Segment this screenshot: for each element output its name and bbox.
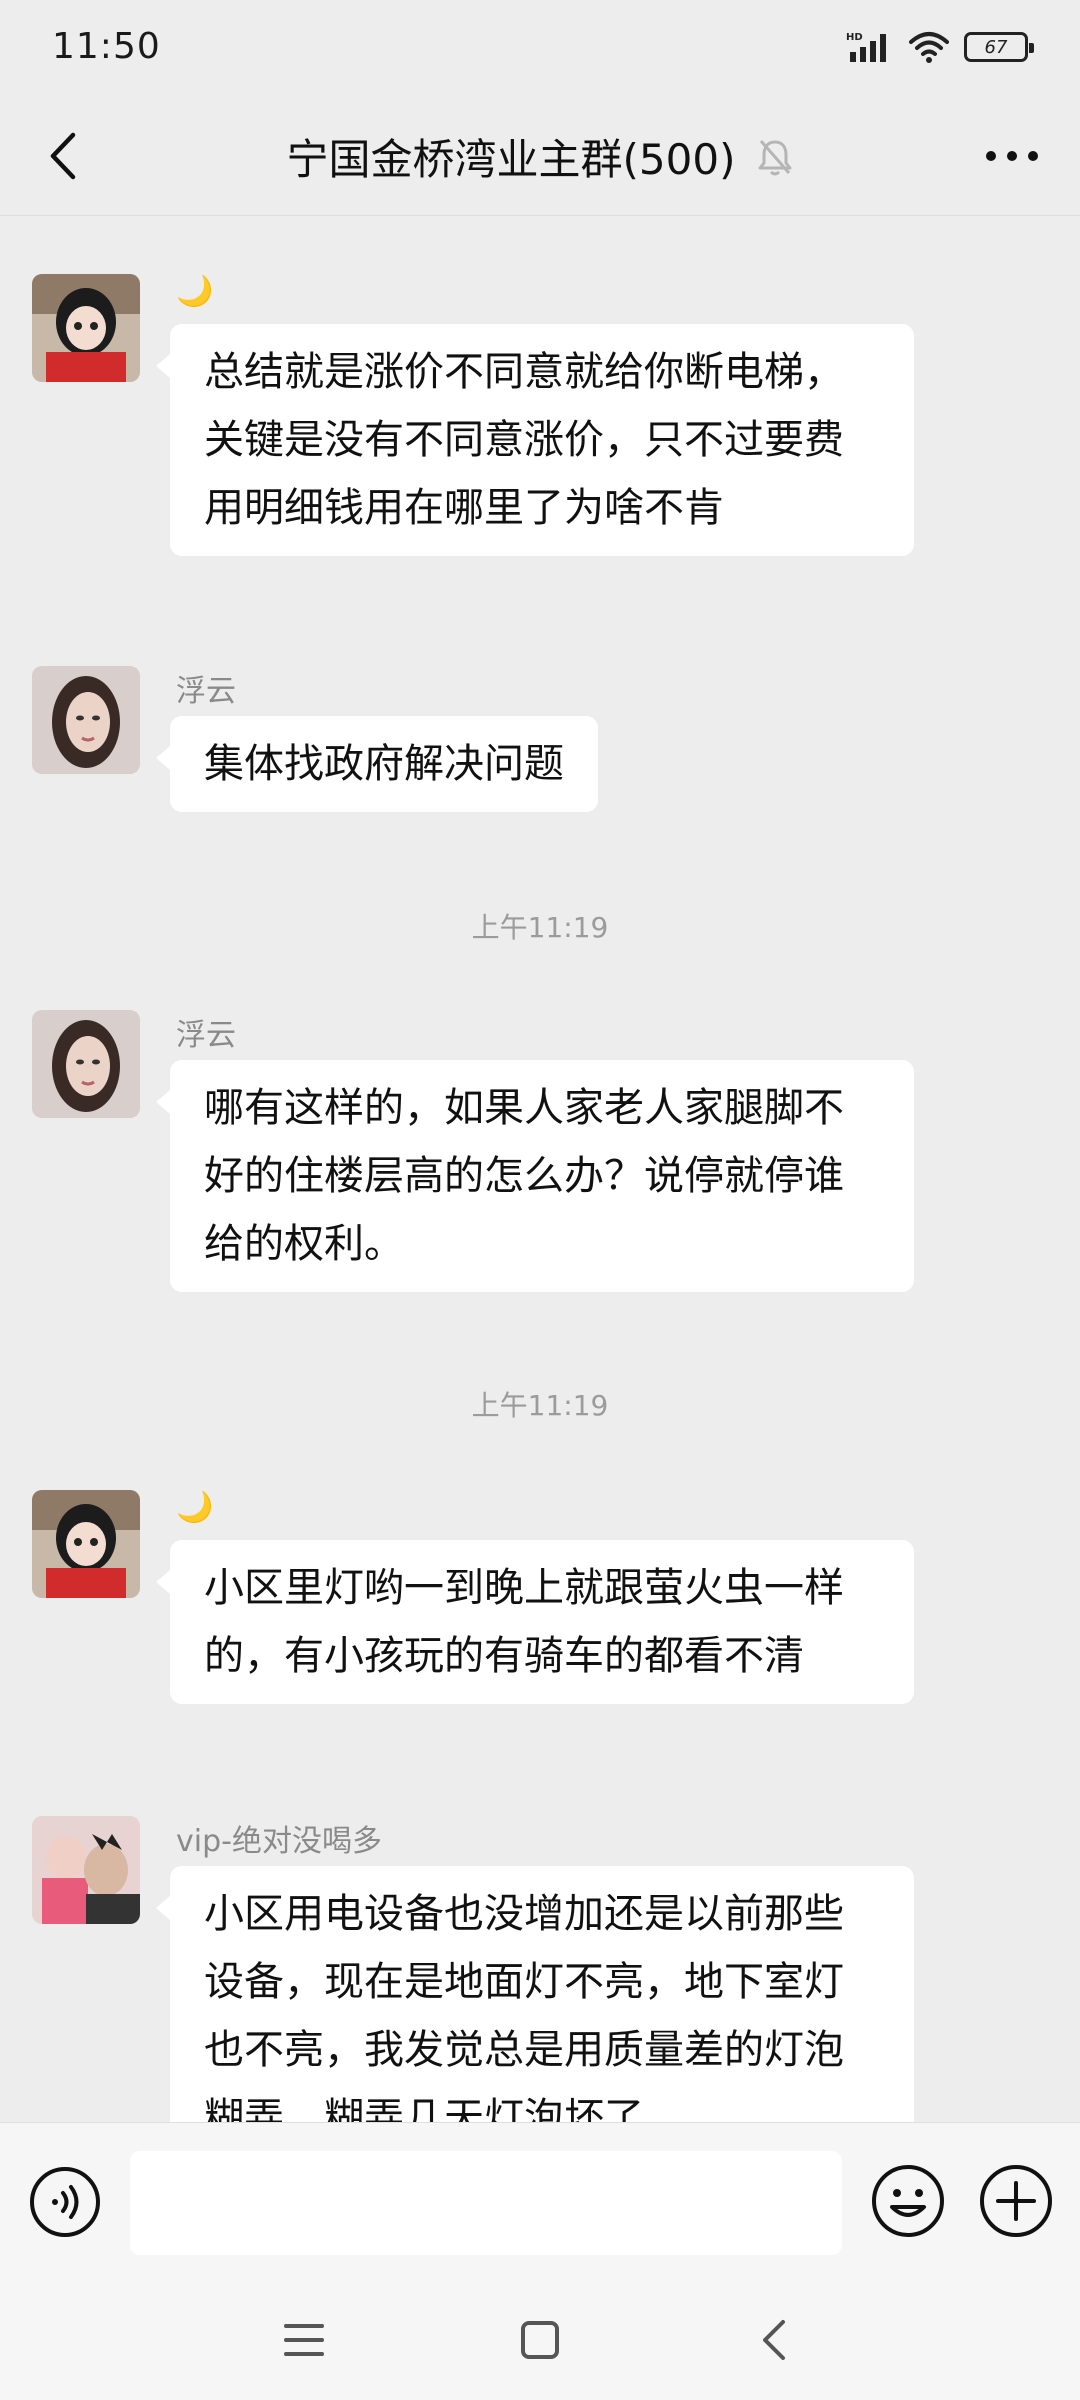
avatar[interactable] bbox=[32, 1816, 140, 1924]
sender-name: 浮云 bbox=[176, 674, 236, 709]
chat-screen: 11:50 HD 67 宁国金桥湾业主群(500) 🌙 总结就是涨价不同意就给你… bbox=[0, 0, 1080, 2400]
message-bubble[interactable]: 总结就是涨价不同意就给你断电梯，关键是没有不同意涨价，只不过要费用明细钱用在哪里… bbox=[156, 324, 914, 556]
message-item: vip-绝对没喝多 小区用电设备也没增加还是以前那些设备，现在是地面灯不亮，地下… bbox=[0, 1816, 1080, 2122]
timestamp: 上午11:19 bbox=[471, 911, 609, 944]
chat-header: 宁国金桥湾业主群(500) bbox=[0, 96, 1080, 216]
voice-input-button[interactable] bbox=[28, 2165, 102, 2239]
status-bar: 11:50 HD 67 bbox=[0, 0, 1080, 96]
plus-icon bbox=[980, 2165, 1052, 2237]
battery-level: 67 bbox=[984, 36, 1008, 58]
system-back-button[interactable] bbox=[744, 2310, 804, 2370]
message-bubble[interactable]: 小区用电设备也没增加还是以前那些设备，现在是地面灯不亮，地下室灯也不亮，我发觉总… bbox=[156, 1866, 914, 2122]
avatar-image bbox=[32, 1816, 140, 1924]
emoji-icon bbox=[872, 2165, 944, 2237]
avatar[interactable] bbox=[32, 666, 140, 774]
battery-icon: 67 bbox=[964, 32, 1034, 62]
more-options-button[interactable] bbox=[976, 124, 1048, 188]
message-input[interactable] bbox=[130, 2151, 842, 2255]
sender-name: vip-绝对没喝多 bbox=[176, 1824, 382, 1859]
message-bubble[interactable]: 小区里灯哟一到晚上就跟萤火虫一样的，有小孩玩的有骑车的都看不清 bbox=[156, 1540, 914, 1704]
menu-icon bbox=[284, 2324, 324, 2356]
sender-name: 🌙 bbox=[176, 274, 214, 309]
muted-bell-icon bbox=[758, 139, 792, 175]
home-square-icon bbox=[521, 2321, 559, 2359]
more-dots-icon bbox=[986, 151, 1038, 161]
back-arrow-icon bbox=[763, 2320, 785, 2360]
status-icons: HD 67 bbox=[846, 30, 1034, 64]
more-functions-button[interactable] bbox=[978, 2163, 1054, 2239]
title-wrap: 宁国金桥湾业主群(500) bbox=[0, 126, 1080, 187]
avatar[interactable] bbox=[32, 1490, 140, 1598]
avatar[interactable] bbox=[32, 1010, 140, 1118]
status-time: 11:50 bbox=[52, 26, 161, 67]
hd-signal-icon: HD bbox=[846, 32, 886, 62]
avatar-image bbox=[32, 1010, 140, 1118]
emoji-button[interactable] bbox=[870, 2163, 946, 2239]
timestamp: 上午11:19 bbox=[471, 1389, 609, 1422]
avatar-image bbox=[32, 666, 140, 774]
voice-icon bbox=[30, 2167, 100, 2237]
wifi-icon bbox=[909, 32, 949, 63]
input-bar bbox=[0, 2122, 1080, 2280]
avatar-image bbox=[32, 274, 140, 382]
recent-apps-button[interactable] bbox=[274, 2310, 334, 2370]
system-nav-bar bbox=[0, 2280, 1080, 2400]
svg-text:HD: HD bbox=[846, 32, 863, 43]
sender-name: 🌙 bbox=[176, 1490, 214, 1525]
avatar[interactable] bbox=[32, 274, 140, 382]
home-button[interactable] bbox=[510, 2310, 570, 2370]
message-bubble[interactable]: 集体找政府解决问题 bbox=[156, 716, 598, 812]
sender-name: 浮云 bbox=[176, 1018, 236, 1053]
chat-title: 宁国金桥湾业主群(500) bbox=[286, 135, 736, 184]
message-bubble[interactable]: 哪有这样的，如果人家老人家腿脚不好的住楼层高的怎么办？说停就停谁给的权利。 bbox=[156, 1060, 914, 1292]
avatar-image bbox=[32, 1490, 140, 1598]
